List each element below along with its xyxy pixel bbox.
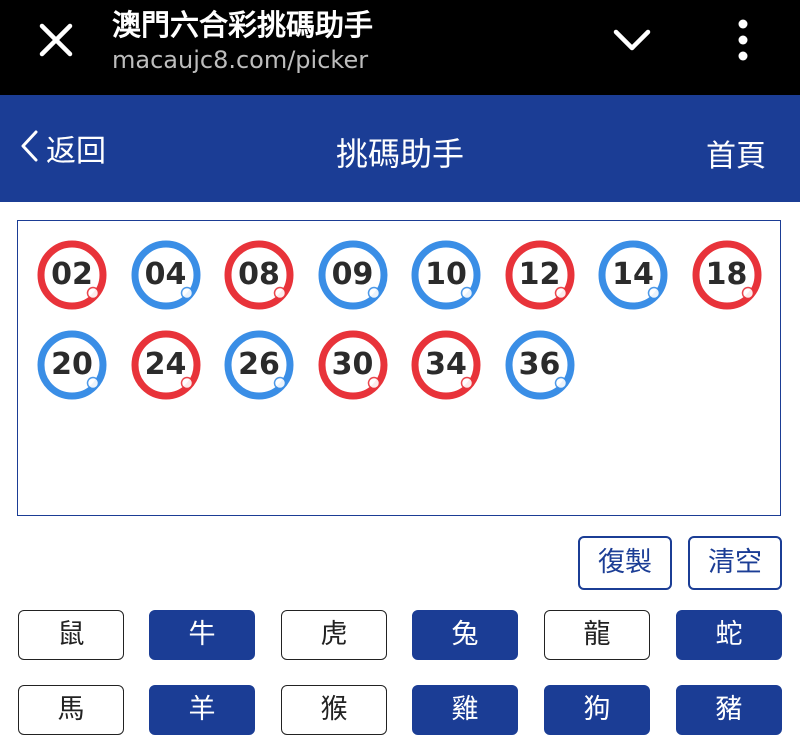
number-ball[interactable]: 30	[317, 329, 389, 401]
zodiac-button[interactable]: 鼠	[18, 610, 124, 660]
close-icon[interactable]	[34, 18, 78, 62]
browser-page-title: 澳門六合彩挑碼助手	[112, 8, 374, 42]
zodiac-button[interactable]: 蛇	[676, 610, 782, 660]
zodiac-button[interactable]: 狗	[544, 685, 650, 735]
zodiac-button[interactable]: 羊	[149, 685, 255, 735]
picked-numbers-panel: 02 04 08 09 10 12 14 18 20 24 26 30 34 36	[17, 220, 781, 516]
zodiac-button[interactable]: 牛	[149, 610, 255, 660]
number-ball[interactable]: 02	[36, 239, 108, 311]
clear-button[interactable]: 清空	[688, 536, 782, 590]
browser-bar: 澳門六合彩挑碼助手 macaujc8.com/picker	[0, 0, 800, 95]
number-ball[interactable]: 34	[410, 329, 482, 401]
ball-number: 09	[331, 257, 374, 292]
number-ball[interactable]: 20	[36, 329, 108, 401]
ball-number: 30	[331, 347, 374, 382]
number-ball[interactable]: 18	[691, 239, 763, 311]
number-ball[interactable]: 04	[130, 239, 202, 311]
number-ball[interactable]: 12	[504, 239, 576, 311]
zodiac-button[interactable]: 虎	[281, 610, 387, 660]
number-ball[interactable]: 10	[410, 239, 482, 311]
chevron-down-icon[interactable]	[610, 24, 654, 58]
number-ball[interactable]: 24	[130, 329, 202, 401]
zodiac-button[interactable]: 雞	[412, 685, 518, 735]
number-ball[interactable]: 14	[597, 239, 669, 311]
ball-number: 36	[518, 347, 561, 382]
browser-url[interactable]: macaujc8.com/picker	[112, 46, 368, 74]
ball-number: 24	[144, 347, 187, 382]
ball-number: 26	[238, 347, 280, 382]
home-link[interactable]: 首頁	[706, 131, 766, 175]
number-ball[interactable]: 36	[504, 329, 576, 401]
ball-number: 12	[518, 257, 561, 292]
number-ball[interactable]: 08	[223, 239, 295, 311]
zodiac-button[interactable]: 龍	[544, 610, 650, 660]
zodiac-button[interactable]: 猴	[281, 685, 387, 735]
ball-number: 08	[238, 257, 280, 292]
ball-number: 20	[51, 347, 93, 382]
page-title: 挑碼助手	[335, 135, 464, 173]
ball-number: 04	[144, 257, 187, 292]
copy-button[interactable]: 復製	[578, 536, 672, 590]
ball-number: 34	[425, 347, 467, 382]
app-header: 返回 挑碼助手 首頁	[0, 95, 800, 202]
number-ball[interactable]: 26	[223, 329, 295, 401]
zodiac-button[interactable]: 馬	[18, 685, 124, 735]
ball-number: 10	[425, 257, 467, 292]
zodiac-button[interactable]: 兔	[412, 610, 518, 660]
ball-number: 14	[612, 257, 654, 292]
ball-number: 02	[51, 257, 93, 292]
zodiac-button[interactable]: 豬	[676, 685, 782, 735]
ball-number: 18	[705, 257, 748, 292]
number-ball[interactable]: 09	[317, 239, 389, 311]
more-vert-icon[interactable]	[728, 16, 758, 66]
